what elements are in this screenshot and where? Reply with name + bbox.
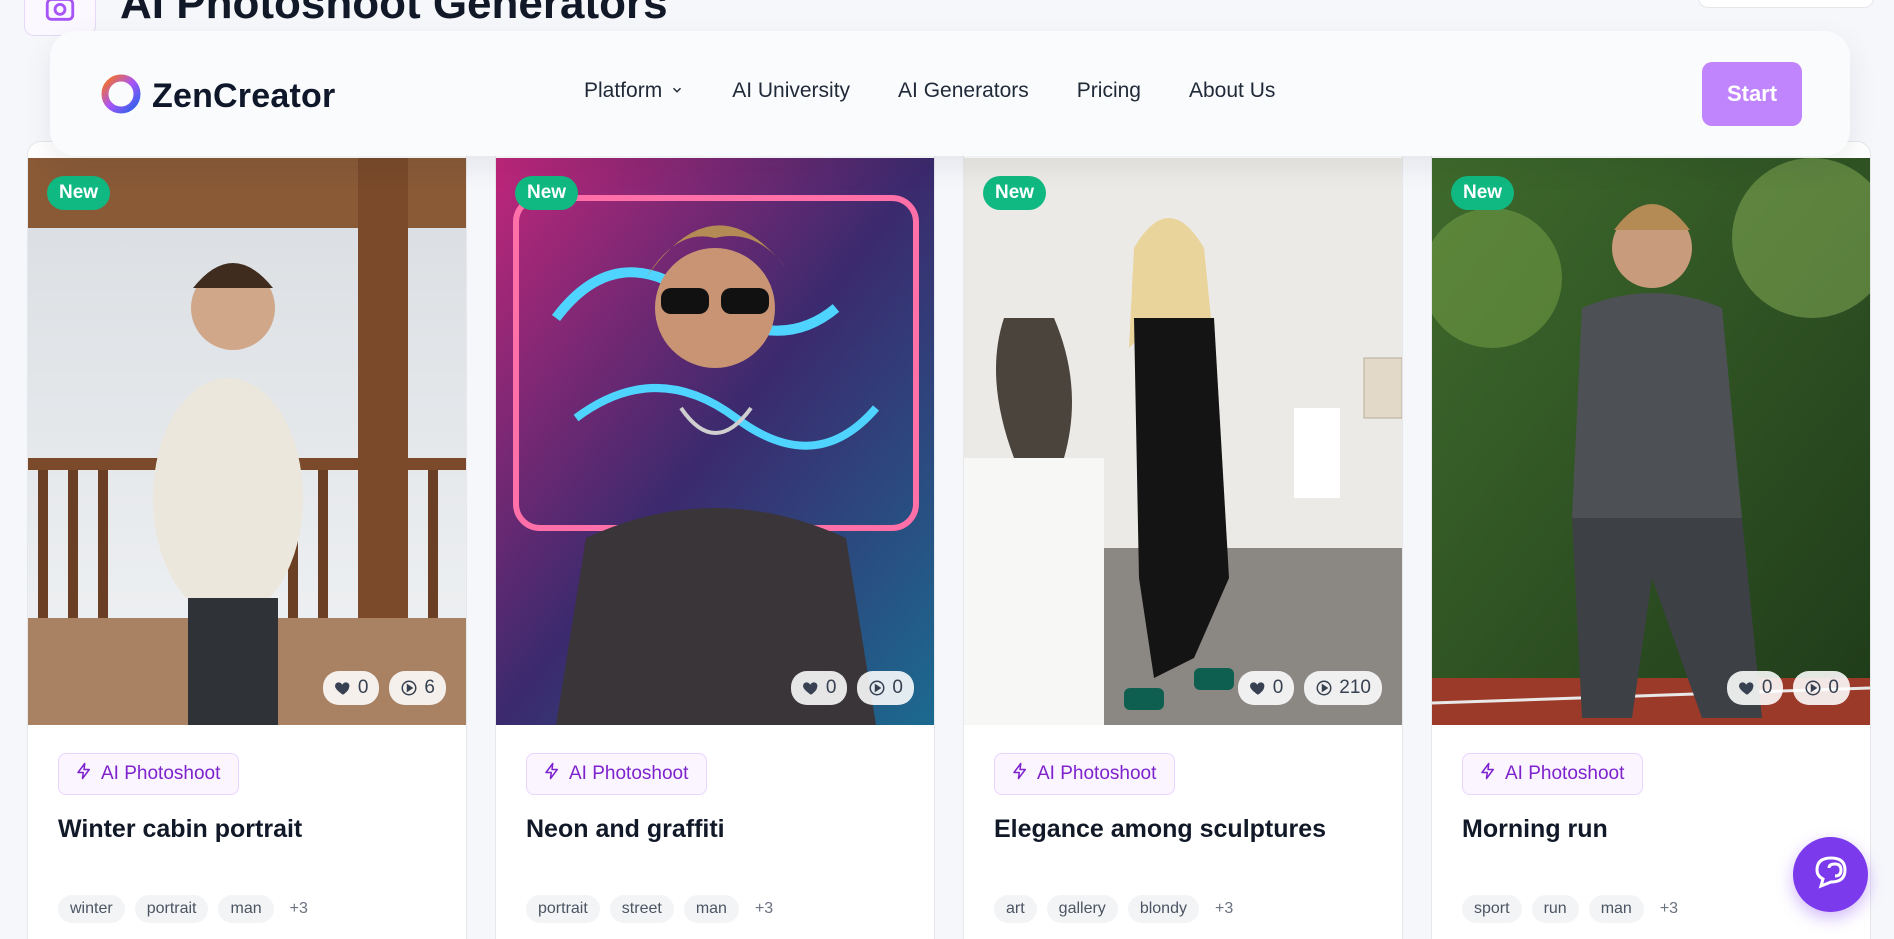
more-tags[interactable]: +3 [284, 900, 308, 918]
card-title[interactable]: Morning run [1462, 813, 1846, 845]
views-value: 6 [424, 677, 435, 698]
tag[interactable]: portrait [134, 895, 209, 923]
generator-card[interactable]: New 0 6 AI Photoshoot Winter cabin portr… [27, 141, 467, 939]
likes-count[interactable]: 0 [1726, 671, 1784, 705]
lightning-icon [543, 762, 561, 786]
views-value: 0 [892, 677, 903, 698]
new-badge: New [47, 176, 111, 210]
likes-value: 0 [825, 677, 837, 698]
generator-card[interactable]: New 0 0 AI Photoshoot Neon and graffiti … [495, 141, 935, 939]
category-label: AI Photoshoot [101, 763, 221, 784]
play-circle-icon [868, 679, 886, 697]
generator-grid: New 0 6 AI Photoshoot Winter cabin portr… [27, 141, 1871, 939]
views-count: 0 [857, 671, 914, 705]
brand-logo[interactable]: ZenCreator [100, 73, 335, 120]
nav-pricing[interactable]: Pricing [1077, 79, 1141, 103]
play-circle-icon [400, 679, 418, 697]
heart-icon [1249, 679, 1267, 697]
heart-icon [802, 679, 820, 697]
heart-icon [334, 679, 352, 697]
category-label: AI Photoshoot [569, 763, 689, 784]
ring-logo-icon [100, 73, 142, 120]
more-tags[interactable]: +3 [749, 900, 773, 918]
chat-widget-button[interactable] [1793, 837, 1868, 912]
tag[interactable]: portrait [526, 895, 600, 923]
card-thumbnail[interactable]: New 0 6 [28, 158, 466, 725]
tag-list: art gallery blondy +3 [994, 895, 1233, 923]
header-action-button[interactable] [1698, 0, 1874, 8]
card-title[interactable]: Neon and graffiti [526, 813, 910, 845]
nav-platform[interactable]: Platform [584, 79, 684, 103]
nav-platform-label: Platform [584, 79, 663, 102]
card-title[interactable]: Winter cabin portrait [58, 813, 442, 845]
top-navbar: ZenCreator Platform AI University AI Gen… [50, 31, 1850, 156]
new-badge: New [1451, 176, 1515, 210]
new-badge: New [983, 176, 1047, 210]
likes-value: 0 [357, 677, 369, 698]
views-count: 210 [1304, 671, 1382, 705]
card-title[interactable]: Elegance among sculptures [994, 813, 1378, 845]
more-tags[interactable]: +3 [1209, 900, 1233, 918]
tag-list: portrait street man +3 [526, 895, 773, 923]
nav-links: Platform AI University AI Generators Pri… [584, 79, 1323, 103]
likes-count[interactable]: 0 [322, 671, 380, 705]
views-count: 0 [1793, 671, 1850, 705]
play-circle-icon [1804, 679, 1822, 697]
likes-value: 0 [1272, 677, 1284, 698]
chat-bubble-icon [1809, 850, 1853, 899]
page-title: AI Photoshoot Generators [120, 0, 668, 28]
tag[interactable]: man [218, 895, 274, 923]
tag[interactable]: man [683, 895, 739, 923]
tag[interactable]: man [1588, 895, 1644, 923]
new-badge: New [515, 176, 579, 210]
tag[interactable]: winter [58, 895, 125, 923]
card-thumbnail[interactable]: New 0 0 [496, 158, 934, 725]
likes-count[interactable]: 0 [1237, 671, 1295, 705]
play-circle-icon [1315, 679, 1333, 697]
views-count: 6 [389, 671, 446, 705]
card-thumbnail[interactable]: New 0 0 [1432, 158, 1870, 725]
category-label: AI Photoshoot [1505, 763, 1625, 784]
category-chip[interactable]: AI Photoshoot [526, 753, 708, 795]
generator-card[interactable]: New 0 0 AI Photoshoot Morning run sport [1431, 141, 1871, 939]
tag[interactable]: run [1531, 895, 1579, 923]
tag[interactable]: street [609, 895, 674, 923]
lightning-icon [1011, 762, 1029, 786]
tag[interactable]: art [994, 895, 1037, 923]
brand-name: ZenCreator [152, 77, 336, 115]
nav-ai-university[interactable]: AI University [732, 79, 850, 103]
category-chip[interactable]: AI Photoshoot [1462, 753, 1644, 795]
tag-list: winter portrait man +3 [58, 895, 308, 923]
likes-value: 0 [1761, 677, 1773, 698]
nav-ai-generators[interactable]: AI Generators [898, 79, 1029, 103]
likes-count[interactable]: 0 [790, 671, 848, 705]
tag[interactable]: gallery [1046, 895, 1118, 923]
tag-list: sport run man +3 [1462, 895, 1678, 923]
heart-icon [1738, 679, 1756, 697]
category-chip[interactable]: AI Photoshoot [994, 753, 1176, 795]
category-chip[interactable]: AI Photoshoot [58, 753, 240, 795]
tag[interactable]: sport [1462, 895, 1522, 923]
nav-about-us[interactable]: About Us [1189, 79, 1275, 103]
tag[interactable]: blondy [1127, 895, 1199, 923]
chevron-down-icon [670, 79, 684, 103]
views-value: 210 [1339, 677, 1371, 698]
category-label: AI Photoshoot [1037, 763, 1157, 784]
lightning-icon [1479, 762, 1497, 786]
card-thumbnail[interactable]: New 0 210 [964, 158, 1402, 725]
views-value: 0 [1828, 677, 1839, 698]
generator-card[interactable]: New 0 210 AI Photoshoot Elegance among s… [963, 141, 1403, 939]
more-tags[interactable]: +3 [1654, 900, 1678, 918]
start-button[interactable]: Start [1702, 62, 1802, 126]
lightning-icon [75, 762, 93, 786]
